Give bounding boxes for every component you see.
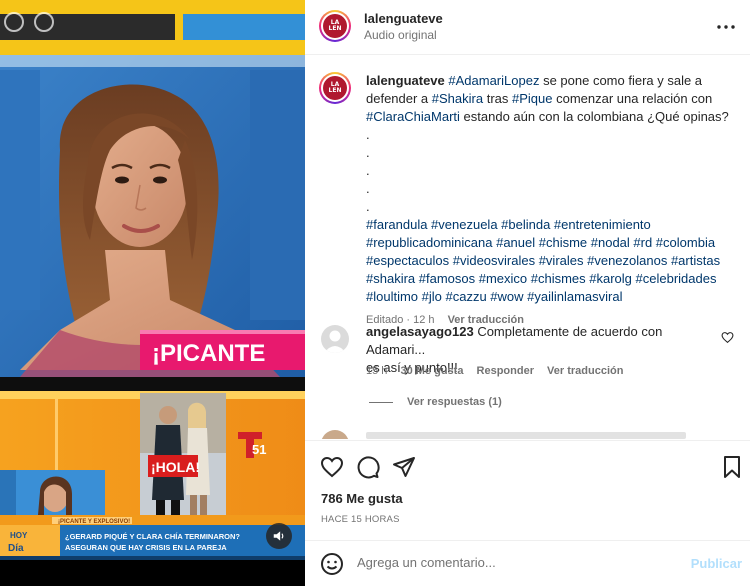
caption-text-part: tras (483, 91, 512, 106)
hashtag-link[interactable]: #Shakira (432, 91, 483, 106)
comment-like-heart-icon[interactable] (721, 331, 734, 344)
comment-time[interactable]: 15 h (366, 365, 387, 377)
show-logo-bottom: Día (8, 543, 24, 554)
ticker-line-1: ¿GERARD PIQUÉ Y CLARA CHÍA TERMINARON? (65, 532, 240, 541)
caption-avatar[interactable]: LA LEN (319, 72, 351, 104)
show-logo-top: HOY (10, 531, 28, 540)
ticker-line-2: ASEGURAN QUE HAY CRISIS EN LA PAREJA (65, 543, 227, 552)
hashtag-line[interactable]: #farandula #venezuela #belinda #entreten… (366, 216, 738, 234)
hashtag-link[interactable]: #ClaraChiaMarti (366, 109, 460, 124)
caption-username[interactable]: lalenguateve (366, 73, 445, 88)
save-bookmark-icon[interactable] (720, 455, 744, 479)
caption-dot: . (366, 181, 370, 196)
banner-text: ¡PICANTE (152, 340, 265, 367)
post-time-ago: HACE 15 HORAS (321, 514, 400, 525)
caption-text-part: comenzar una relación con (552, 91, 713, 106)
add-comment-bar: Publicar (305, 540, 750, 586)
view-replies-label: Ver respuestas (1) (407, 396, 502, 408)
replies-divider-line (369, 401, 393, 403)
reply-button[interactable]: Responder (477, 365, 534, 377)
hashtag-link[interactable]: #Pique (512, 91, 552, 106)
hashtag-line[interactable]: #shakira #famosos #mexico #chismes #karo… (366, 270, 738, 288)
reel-video[interactable]: ¡PICANTE ¡HOLA! 51 ¡PICANTE Y EXPLOSIVO!… (0, 0, 305, 586)
share-send-icon[interactable] (392, 455, 416, 479)
author-avatar[interactable]: LA LEN (319, 10, 351, 42)
audio-label[interactable]: Audio original (364, 28, 437, 42)
hashtag-line[interactable]: #espectaculos #videosvirales #virales #v… (366, 252, 738, 270)
avatar-logo-icon: LA LEN (328, 81, 342, 94)
post-actions: 786 Me gusta HACE 15 HORAS (305, 440, 750, 540)
avatar-logo-icon: LA LEN (328, 19, 342, 32)
hashtag-line[interactable]: #republicadominicana #anuel #chisme #nod… (366, 234, 738, 252)
comments-scroll-area[interactable]: LA LEN lalenguateve #AdamariLopez se pone… (305, 56, 750, 439)
comment-input[interactable] (357, 555, 657, 570)
publish-button[interactable]: Publicar (691, 556, 742, 571)
comment-text-partial (366, 432, 686, 439)
caption-dot: . (366, 199, 370, 214)
comment-see-translation[interactable]: Ver traducción (547, 365, 623, 377)
caption-dot: . (366, 163, 370, 178)
mute-toggle-button[interactable] (266, 523, 292, 549)
author-username[interactable]: lalenguateve (364, 11, 443, 26)
video-frame: ¡PICANTE ¡HOLA! 51 ¡PICANTE Y EXPLOSIVO!… (0, 0, 305, 586)
post-detail-panel: LA LEN lalenguateve Audio original LA LEN … (305, 0, 750, 586)
post-header: LA LEN lalenguateve Audio original (305, 0, 750, 55)
commenter-avatar[interactable] (321, 325, 349, 353)
hashtag-link[interactable]: #AdamariLopez (448, 73, 539, 88)
commenter-username[interactable]: angelasayago123 (366, 324, 474, 339)
like-heart-icon[interactable] (320, 455, 344, 479)
view-replies-button[interactable]: Ver respuestas (1) (369, 396, 502, 408)
lower-label: ¡PICANTE Y EXPLOSIVO! (58, 519, 130, 525)
caption-text-part: estando aún con la colombiana ¿Qué opina… (459, 109, 729, 124)
default-avatar-icon (324, 330, 346, 353)
hola-logo-text: ¡HOLA! (151, 459, 200, 475)
emoji-icon[interactable] (320, 552, 344, 576)
post-caption: lalenguateve #AdamariLopez se pone como … (366, 72, 738, 329)
channel-number: 51 (252, 442, 266, 457)
commenter-avatar[interactable] (321, 430, 349, 439)
hashtag-line[interactable]: #loultimo #jlo #cazzu #wow #yailinlamasv… (366, 288, 738, 306)
speaker-icon (273, 531, 284, 541)
comment-likes-count[interactable]: 30 Me gusta (400, 365, 463, 377)
comment-bubble-icon[interactable] (356, 455, 380, 479)
caption-dot: . (366, 145, 370, 160)
caption-dot: . (366, 127, 370, 142)
more-options-icon[interactable] (714, 15, 738, 39)
likes-count[interactable]: 786 Me gusta (321, 491, 403, 506)
